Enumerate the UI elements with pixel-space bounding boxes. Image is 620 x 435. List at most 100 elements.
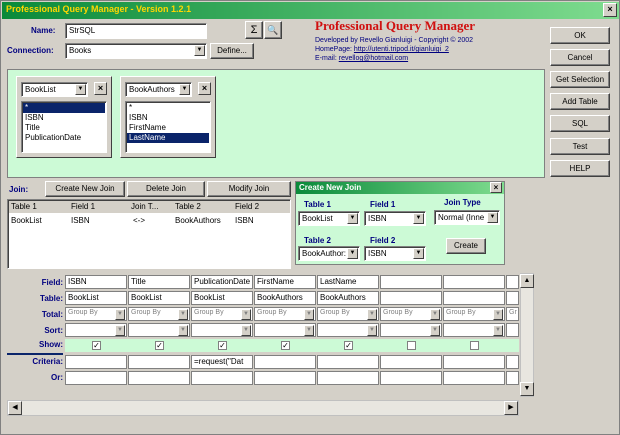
chevron-down-icon[interactable]: ▼	[430, 325, 440, 336]
grid-sort-select[interactable]: ▼	[317, 323, 379, 337]
grid-sort-select[interactable]: ▼	[443, 323, 505, 337]
grid-sort-select[interactable]: ▼	[380, 323, 442, 337]
grid-or-cell[interactable]	[65, 371, 127, 385]
chevron-down-icon[interactable]: ▼	[179, 84, 190, 95]
chevron-down-icon[interactable]: ▼	[178, 309, 188, 320]
grid-criteria-cell[interactable]	[380, 355, 442, 369]
chevron-down-icon[interactable]: ▼	[75, 84, 86, 95]
grid-or-cell[interactable]	[506, 371, 519, 385]
grid-table-cell[interactable]: BookAuthors	[317, 291, 379, 305]
grid-criteria-cell[interactable]	[506, 355, 519, 369]
grid-criteria-cell[interactable]	[254, 355, 316, 369]
email-link[interactable]: revellog@hotmail.com	[339, 55, 408, 62]
list-item[interactable]: PublicationDate	[23, 133, 105, 143]
chevron-down-icon[interactable]: ▼	[347, 213, 358, 224]
ok-button[interactable]: OK	[550, 27, 610, 44]
grid-or-cell[interactable]	[443, 371, 505, 385]
grid-sort-select[interactable]: ▼	[65, 323, 127, 337]
list-item[interactable]: ISBN	[127, 113, 209, 123]
grid-field-cell[interactable]: PublicationDate	[191, 275, 253, 289]
grid-field-cell[interactable]: LastName	[317, 275, 379, 289]
delete-join-button[interactable]: Delete Join	[127, 181, 205, 197]
chevron-down-icon[interactable]: ▼	[194, 45, 205, 56]
homepage-link[interactable]: http://utenti.tripod.it/gianluigi_2	[354, 46, 449, 53]
list-item[interactable]: ISBN	[23, 113, 105, 123]
table-row[interactable]: BookList ISBN <-> BookAuthors ISBN	[9, 215, 290, 227]
chevron-down-icon[interactable]: ▼	[413, 248, 424, 259]
join-list[interactable]: Table 1 Field 1 Join T... Table 2 Field …	[7, 199, 291, 269]
sql-button[interactable]: SQL	[550, 115, 610, 132]
sigma-button[interactable]: Σ	[245, 21, 263, 39]
field1-select[interactable]: ISBN ▼	[364, 211, 426, 226]
grid-field-cell[interactable]: FirstName	[254, 275, 316, 289]
cancel-button[interactable]: Cancel	[550, 49, 610, 66]
get-selection-button[interactable]: Get Selection	[550, 71, 610, 88]
test-button[interactable]: Test	[550, 138, 610, 155]
join-col-jointype[interactable]: Join T...	[131, 202, 158, 212]
show-checkbox[interactable]: ✓	[281, 341, 290, 350]
grid-or-cell[interactable]	[191, 371, 253, 385]
grid-field-cell[interactable]	[506, 275, 519, 289]
grid-table-cell[interactable]: BookList	[128, 291, 190, 305]
add-table-button[interactable]: Add Table	[550, 93, 610, 110]
join-col-field2[interactable]: Field 2	[235, 202, 259, 212]
horizontal-scrollbar[interactable]: ◀ ▶	[7, 400, 519, 416]
grid-table-cell[interactable]	[506, 291, 519, 305]
show-checkbox[interactable]: ✓	[92, 341, 101, 350]
grid-total-select[interactable]: Group By ▼	[254, 307, 316, 321]
close-window-button[interactable]: ×	[603, 3, 617, 17]
help-button[interactable]: HELP	[550, 160, 610, 177]
grid-field-cell[interactable]	[380, 275, 442, 289]
chevron-down-icon[interactable]: ▼	[413, 213, 424, 224]
show-checkbox[interactable]: ✓	[344, 341, 353, 350]
grid-field-cell[interactable]: Title	[128, 275, 190, 289]
join-col-table2[interactable]: Table 2	[175, 202, 201, 212]
grid-sort-select[interactable]: ▼	[254, 323, 316, 337]
fields-list-booklist[interactable]: * ISBN Title PublicationDate	[21, 101, 107, 153]
grid-or-cell[interactable]	[317, 371, 379, 385]
list-item[interactable]: *	[127, 103, 209, 113]
show-checkbox[interactable]: ✓	[218, 341, 227, 350]
list-item[interactable]: FirstName	[127, 123, 209, 133]
chevron-down-icon[interactable]: ▼	[115, 325, 125, 336]
scroll-left-icon[interactable]: ◀	[8, 401, 22, 415]
join-col-table1[interactable]: Table 1	[11, 202, 37, 212]
chevron-down-icon[interactable]: ▼	[241, 325, 251, 336]
chevron-down-icon[interactable]: ▼	[430, 309, 440, 320]
close-icon[interactable]: ×	[198, 82, 211, 95]
grid-total-select[interactable]: Group By ▼	[65, 307, 127, 321]
fields-list-bookauthors[interactable]: * ISBN FirstName LastName	[125, 101, 211, 153]
grid-sort-select[interactable]	[506, 323, 519, 337]
chevron-down-icon[interactable]: ▼	[304, 325, 314, 336]
grid-table-cell[interactable]: BookAuthors	[254, 291, 316, 305]
grid-criteria-cell[interactable]	[317, 355, 379, 369]
show-checkbox[interactable]: ✓	[155, 341, 164, 350]
grid-total-select[interactable]: Group By ▼	[380, 307, 442, 321]
grid-total-select[interactable]: Group By ▼	[128, 307, 190, 321]
list-item[interactable]: Title	[23, 123, 105, 133]
show-checkbox[interactable]	[407, 341, 416, 350]
grid-or-cell[interactable]	[380, 371, 442, 385]
close-icon[interactable]: ×	[94, 82, 107, 95]
grid-sort-select[interactable]: ▼	[191, 323, 253, 337]
chevron-down-icon[interactable]: ▼	[487, 212, 498, 223]
table2-select[interactable]: BookAuthor: ▼	[298, 246, 360, 261]
grid-table-cell[interactable]: BookList	[65, 291, 127, 305]
scroll-down-icon[interactable]: ▼	[520, 382, 534, 396]
close-icon[interactable]: ×	[490, 182, 502, 193]
chevron-down-icon[interactable]: ▼	[367, 309, 377, 320]
chevron-down-icon[interactable]: ▼	[493, 309, 503, 320]
connection-select[interactable]: Books ▼	[65, 43, 207, 59]
grid-total-select[interactable]: Gr	[506, 307, 519, 321]
scroll-up-icon[interactable]: ▲	[520, 274, 534, 288]
list-item[interactable]: *	[23, 103, 105, 113]
grid-total-select[interactable]: Group By ▼	[317, 307, 379, 321]
chevron-down-icon[interactable]: ▼	[367, 325, 377, 336]
grid-or-cell[interactable]	[254, 371, 316, 385]
join-col-field1[interactable]: Field 1	[71, 202, 95, 212]
grid-total-select[interactable]: Group By ▼	[191, 307, 253, 321]
grid-sort-select[interactable]: ▼	[128, 323, 190, 337]
table-select-booklist[interactable]: BookList ▼	[21, 82, 88, 97]
create-join-button[interactable]: Create	[446, 238, 486, 254]
grid-table-cell[interactable]	[443, 291, 505, 305]
